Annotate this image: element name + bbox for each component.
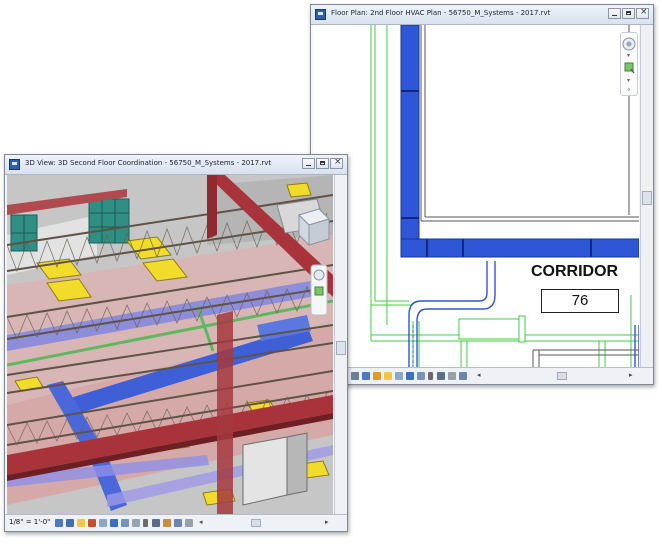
scroll-thumb[interactable] xyxy=(642,191,652,205)
floor-plan-title: Floor Plan: 2nd Floor HVAC Plan - 56750_… xyxy=(331,9,551,17)
svg-text:▾: ▾ xyxy=(627,52,630,59)
maximize-button[interactable] xyxy=(622,8,635,19)
highlight-icon[interactable] xyxy=(185,519,193,527)
crop-icon[interactable] xyxy=(110,519,118,527)
floor-plan-view-control-bar: ◂ ▸ xyxy=(311,367,653,384)
close-button[interactable] xyxy=(330,157,343,169)
crop-visibility-icon[interactable] xyxy=(121,519,129,527)
visual-style-icon[interactable] xyxy=(373,372,381,380)
zoom-icon[interactable] xyxy=(624,62,635,74)
analytical-model-icon[interactable] xyxy=(174,519,182,527)
worksharing-icon[interactable] xyxy=(448,372,456,380)
worksharing-icon[interactable] xyxy=(163,519,171,527)
3d-view-titlebar[interactable]: 3D View: 3D Second Floor Coordination - … xyxy=(5,155,347,175)
floor-plan-titlebar[interactable]: Floor Plan: 2nd Floor HVAC Plan - 56750_… xyxy=(311,5,653,25)
maximize-button[interactable] xyxy=(316,158,329,169)
temporary-hide-icon[interactable] xyxy=(143,519,148,527)
render-icon[interactable] xyxy=(99,519,107,527)
close-button[interactable] xyxy=(636,7,649,19)
svg-text:⚬: ⚬ xyxy=(626,86,632,94)
scale-icon[interactable] xyxy=(351,372,359,380)
shadows-icon[interactable] xyxy=(395,372,403,380)
scroll-thumb[interactable] xyxy=(336,341,346,355)
temporary-hide-icon[interactable] xyxy=(428,372,433,380)
3d-view-window[interactable]: 3D View: 3D Second Floor Coordination - … xyxy=(4,154,348,532)
floor-plan-window[interactable]: Floor Plan: 2nd Floor HVAC Plan - 56750_… xyxy=(310,4,654,385)
lock-3d-icon[interactable] xyxy=(132,519,140,527)
3d-view-control-bar: 1/8" = 1'-0" ◂ ▸ xyxy=(5,514,347,531)
floor-plan-vertical-scrollbar[interactable] xyxy=(640,25,653,368)
analytical-model-icon[interactable] xyxy=(459,372,467,380)
detail-level-icon[interactable] xyxy=(362,372,370,380)
room-name-tag[interactable]: CORRIDOR xyxy=(531,263,618,281)
steering-wheel-icon[interactable] xyxy=(622,37,636,51)
scroll-left-arrow[interactable]: ◂ xyxy=(477,371,481,379)
sun-path-icon[interactable] xyxy=(384,372,392,380)
floor-plan-canvas[interactable]: CORRIDOR 76 ▾ ▾ ⚬ xyxy=(313,25,639,368)
3d-view-title: 3D View: 3D Second Floor Coordination - … xyxy=(25,159,272,167)
horizontal-scroll-thumb[interactable] xyxy=(251,519,261,527)
sun-path-icon[interactable] xyxy=(77,519,85,527)
3d-view-canvas[interactable] xyxy=(7,175,333,515)
3d-model-render xyxy=(7,175,333,515)
3d-view-vertical-scrollbar[interactable] xyxy=(334,175,347,517)
shadows-icon[interactable] xyxy=(88,519,96,527)
view-cube-icon[interactable] xyxy=(298,208,330,247)
revit-view-icon xyxy=(9,159,20,170)
scroll-left-arrow[interactable]: ◂ xyxy=(199,518,203,526)
crop-icon[interactable] xyxy=(406,372,414,380)
navigation-wheel-icon[interactable] xyxy=(310,264,328,316)
minimize-button[interactable] xyxy=(608,8,621,19)
visual-style-icon[interactable] xyxy=(66,519,74,527)
scroll-right-arrow[interactable]: ▸ xyxy=(629,371,633,379)
horizontal-scroll-thumb[interactable] xyxy=(557,372,567,380)
view-scale-label[interactable]: 1/8" = 1'-0" xyxy=(9,518,50,526)
crop-visibility-icon[interactable] xyxy=(417,372,425,380)
navigation-bar[interactable]: ▾ ▾ ⚬ xyxy=(620,32,638,96)
room-number-tag[interactable]: 76 xyxy=(541,289,619,313)
revit-view-icon xyxy=(315,9,326,20)
scroll-right-arrow[interactable]: ▸ xyxy=(325,518,329,526)
svg-text:▾: ▾ xyxy=(627,77,630,84)
reveal-hidden-icon[interactable] xyxy=(437,372,445,380)
duct-fitting xyxy=(458,315,526,343)
minimize-button[interactable] xyxy=(302,158,315,169)
duct-main xyxy=(400,25,639,258)
floor-plan-drawing xyxy=(370,25,639,368)
reveal-hidden-icon[interactable] xyxy=(152,519,160,527)
detail-level-icon[interactable] xyxy=(55,519,63,527)
